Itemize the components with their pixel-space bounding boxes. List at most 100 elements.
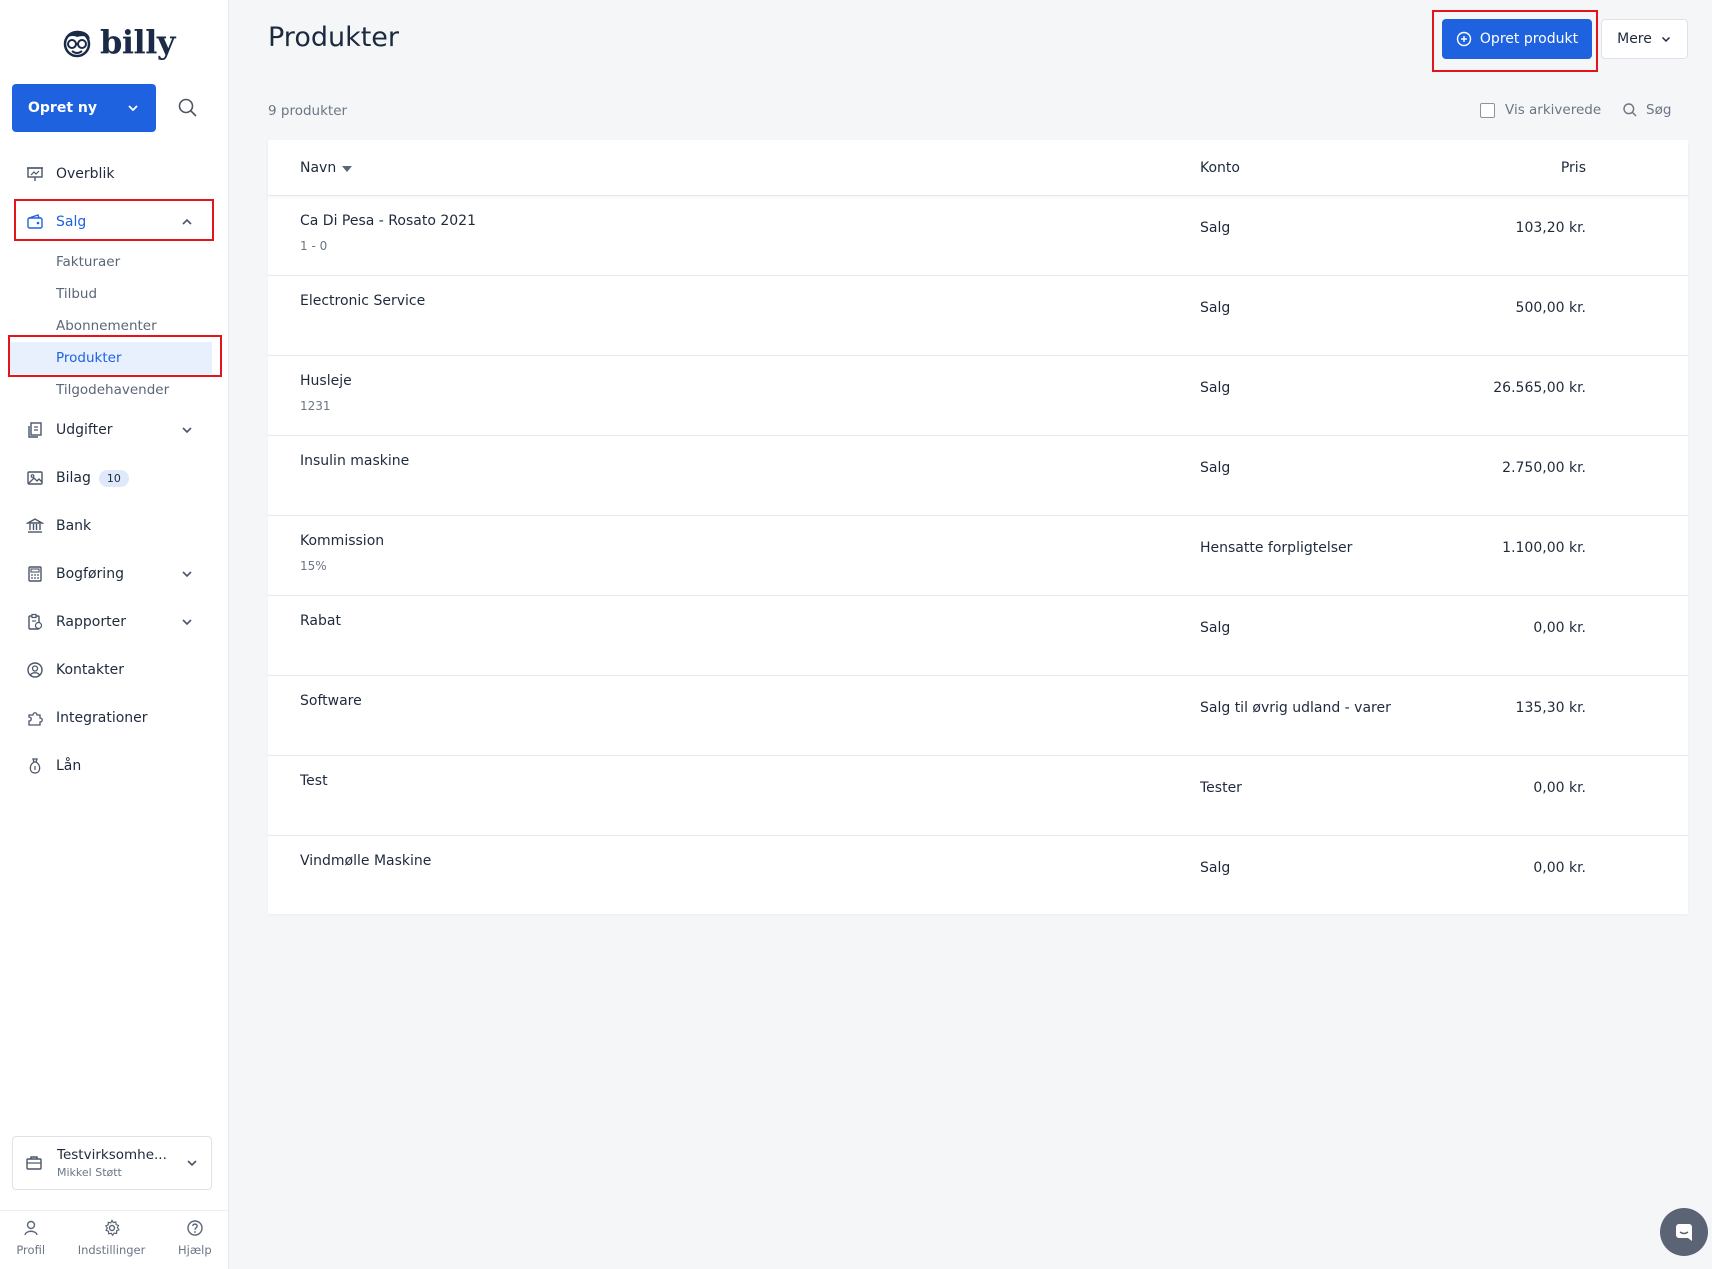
profile-link[interactable]: Profil — [16, 1219, 45, 1257]
product-name: Test — [300, 773, 328, 789]
nav-label: Overblik — [56, 166, 115, 182]
user-icon — [23, 1220, 38, 1236]
column-header-account: Konto — [1200, 160, 1240, 176]
product-price: 26.565,00 kr. — [1493, 380, 1586, 396]
presentation-icon — [26, 165, 44, 183]
nav-item-rapporter[interactable]: Rapporter — [0, 598, 228, 646]
chat-support-button[interactable] — [1660, 1208, 1708, 1256]
table-header: Navn Konto Pris — [268, 140, 1688, 196]
show-archived-checkbox[interactable] — [1480, 102, 1495, 118]
product-price: 103,20 kr. — [1515, 220, 1586, 236]
billy-face-icon — [63, 30, 91, 58]
product-price: 500,00 kr. — [1515, 300, 1586, 316]
chevron-down-icon — [182, 427, 192, 434]
product-name: Insulin maskine — [300, 453, 410, 469]
more-button[interactable]: Mere — [1601, 19, 1688, 59]
salg-subnav: Fakturaer Tilbud Abonnementer Produkter … — [0, 246, 228, 406]
search-icon[interactable] — [176, 96, 200, 120]
nav-label: Bank — [56, 518, 92, 534]
billy-logo[interactable]: billy — [60, 20, 175, 64]
more-label: Mere — [1617, 31, 1652, 47]
nav-item-bogforing[interactable]: Bogføring — [0, 550, 228, 598]
nav-item-kontakter[interactable]: Kontakter — [0, 646, 228, 694]
settings-link[interactable]: Indstillinger — [78, 1219, 145, 1257]
subnav-item-tilbud[interactable]: Tilbud — [0, 278, 228, 310]
chevron-down-icon — [187, 1160, 197, 1167]
company-switcher[interactable]: Testvirksomhe... Mikkel Støtt — [12, 1136, 212, 1190]
show-archived-toggle[interactable]: Vis arkiverede — [1480, 102, 1601, 118]
table-row[interactable]: Rabat Salg 0,00 kr. — [268, 596, 1688, 676]
brand-name: billy — [100, 23, 175, 61]
create-new-button[interactable]: Opret ny — [12, 84, 156, 132]
product-account: Salg — [1200, 460, 1231, 476]
calculator-icon — [26, 565, 44, 583]
column-header-name[interactable]: Navn — [300, 160, 353, 176]
product-count: 9 produkter — [268, 103, 348, 119]
table-row[interactable]: Software Salg til øvrig udland - varer 135… — [268, 676, 1688, 756]
product-account: Hensatte forpligtelser — [1200, 540, 1353, 556]
chevron-up-icon — [182, 218, 192, 225]
subnav-item-fakturaer[interactable]: Fakturaer — [0, 246, 228, 278]
product-price: 0,00 kr. — [1533, 860, 1586, 876]
product-price: 0,00 kr. — [1533, 620, 1586, 636]
bilag-count-badge: 10 — [98, 469, 129, 487]
page-title: Produkter — [268, 22, 400, 53]
product-name: Rabat — [300, 613, 341, 629]
table-row[interactable]: Kommission 15% Hensatte forpligtelser 1.100… — [268, 516, 1688, 596]
bank-icon — [26, 517, 44, 535]
table-row[interactable]: Husleje 1231 Salg 26.565,00 kr. — [268, 356, 1688, 436]
table-row[interactable]: Vindmølle Maskine Salg 0,00 kr. — [268, 836, 1688, 916]
product-account: Salg — [1200, 620, 1231, 636]
nav-label: Salg — [56, 214, 87, 230]
nav-item-bilag[interactable]: Bilag 10 — [0, 454, 228, 502]
table-search-button[interactable]: Søg — [1622, 102, 1671, 118]
product-account: Tester — [1200, 780, 1242, 796]
create-new-label: Opret ny — [28, 100, 97, 116]
help-label: Hjælp — [178, 1243, 212, 1257]
table-row[interactable]: Insulin maskine Salg 2.750,00 kr. — [268, 436, 1688, 516]
profile-label: Profil — [16, 1243, 46, 1257]
subnav-item-tilgodehavender[interactable]: Tilgodehavender — [0, 374, 228, 406]
product-description: 1 - 0 — [300, 239, 328, 253]
product-account: Salg til øvrig udland - varer — [1200, 700, 1391, 716]
report-icon — [26, 613, 44, 631]
sort-desc-icon — [342, 166, 353, 172]
puzzle-icon — [26, 709, 44, 727]
help-icon — [187, 1220, 203, 1236]
nav-item-salg[interactable]: Salg — [0, 198, 228, 246]
column-header-price: Pris — [1560, 160, 1586, 176]
nav-item-overblik[interactable]: Overblik — [0, 150, 228, 198]
wallet-icon — [26, 213, 44, 231]
subnav-item-produkter[interactable]: Produkter — [10, 342, 212, 374]
product-name: Ca Di Pesa - Rosato 2021 — [300, 213, 476, 229]
product-price: 135,30 kr. — [1515, 700, 1586, 716]
table-row[interactable]: Ca Di Pesa - Rosato 2021 1 - 0 Salg 103,20 … — [268, 196, 1688, 276]
nav-label: Kontakter — [56, 662, 124, 678]
nav-label: Lån — [56, 758, 82, 774]
nav-item-integrationer[interactable]: Integrationer — [0, 694, 228, 742]
table-row[interactable]: Test Tester 0,00 kr. — [268, 756, 1688, 836]
nav-item-udgifter[interactable]: Udgifter — [0, 406, 228, 454]
help-link[interactable]: Hjælp — [178, 1219, 212, 1257]
gear-icon — [104, 1219, 120, 1237]
product-description: 15% — [300, 559, 327, 573]
nav-label: Udgifter — [56, 422, 113, 438]
product-account: Salg — [1200, 860, 1231, 876]
create-product-button[interactable]: Opret produkt — [1442, 19, 1592, 59]
product-price: 2.750,00 kr. — [1502, 460, 1586, 476]
product-name: Kommission — [300, 533, 385, 549]
nav-item-bank[interactable]: Bank — [0, 502, 228, 550]
nav-label: Bogføring — [56, 566, 124, 582]
nav-item-lan[interactable]: Lån — [0, 742, 228, 790]
table-row[interactable]: Electronic Service Salg 500,00 kr. — [268, 276, 1688, 356]
product-name: Software — [300, 693, 362, 709]
product-description: 1231 — [300, 399, 331, 413]
contact-icon — [26, 661, 44, 679]
company-user: Mikkel Støtt — [57, 1166, 122, 1179]
table-body: Ca Di Pesa - Rosato 2021 1 - 0 Salg 103,20 … — [268, 196, 1688, 916]
money-bag-icon — [26, 757, 44, 775]
product-account: Salg — [1200, 300, 1231, 316]
product-price: 1.100,00 kr. — [1502, 540, 1586, 556]
company-name: Testvirksomhe... — [57, 1147, 167, 1163]
subnav-item-abonnementer[interactable]: Abonnementer — [0, 310, 228, 342]
